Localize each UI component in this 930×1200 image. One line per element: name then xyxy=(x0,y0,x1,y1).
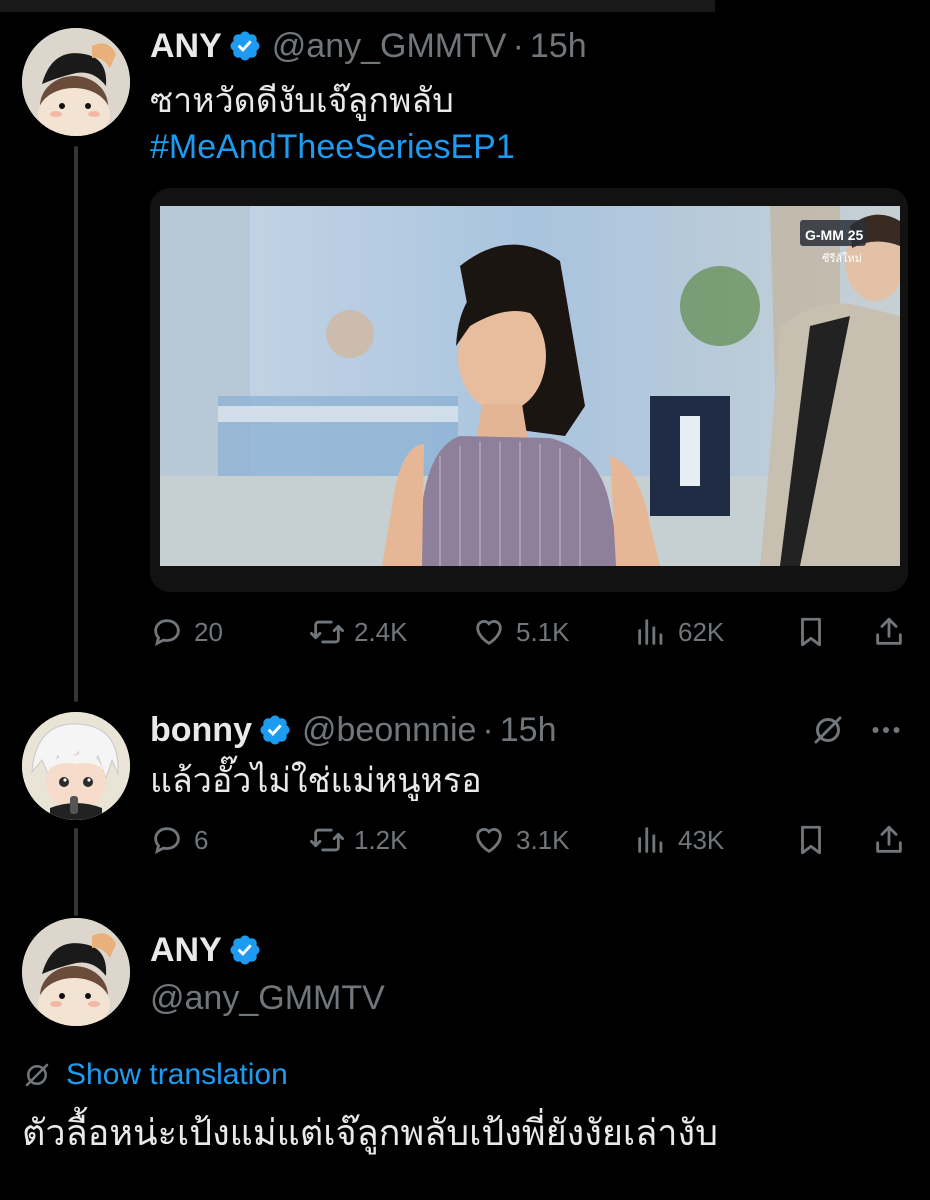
status-bar-strip xyxy=(0,0,715,12)
reply-button[interactable]: 6 xyxy=(150,815,208,865)
reply-count: 6 xyxy=(194,824,209,855)
bookmark-button[interactable] xyxy=(794,607,828,657)
grok-icon[interactable] xyxy=(810,712,846,748)
repost-count: 1.2K xyxy=(354,824,408,855)
tweet-text: แล้วอั๊วไม่ใช่แม่หนูหรอ xyxy=(150,762,482,800)
tweet-header: ANY xyxy=(150,930,272,970)
reply-icon xyxy=(154,619,180,647)
tweet-header: ANY @any_GMMTV · 15h xyxy=(150,26,587,66)
tweet-text: ตัวลื้อหน่ะเป้งแม่แต่เจ๊ลูกพลับเป้งพี่ยั… xyxy=(22,1112,718,1153)
display-name[interactable]: bonny xyxy=(150,710,252,750)
thread-line xyxy=(74,828,78,916)
views-icon xyxy=(638,827,663,853)
tweet-text: ซาหวัดดีงับเจ๊ลูกพลับ xyxy=(150,82,454,120)
thread-page: ANY @any_GMMTV · 15h ซาหวัดดีงับเจ๊ลูกพล… xyxy=(0,0,930,1200)
like-count: 3.1K xyxy=(516,824,570,855)
repost-count: 2.4K xyxy=(354,616,408,647)
bookmark-icon xyxy=(801,617,821,647)
user-handle[interactable]: @any_GMMTV xyxy=(150,978,385,1018)
more-icon[interactable] xyxy=(868,712,904,748)
like-count: 5.1K xyxy=(516,616,570,647)
bookmark-icon xyxy=(801,825,821,855)
share-button[interactable] xyxy=(872,607,906,657)
display-name[interactable]: ANY xyxy=(150,930,222,970)
avatar[interactable] xyxy=(22,918,130,1026)
views-count: 43K xyxy=(678,824,725,855)
repost-button[interactable]: 2.4K xyxy=(310,607,408,657)
avatar[interactable] xyxy=(22,712,130,820)
user-handle[interactable]: @beonnnie xyxy=(302,710,476,750)
channel-logo-sub: ซีรีส์ใหม่ xyxy=(822,252,862,265)
share-icon xyxy=(876,617,902,645)
thread-line xyxy=(74,146,78,702)
tweet-actions: 6 1.2K 3.1K 43K xyxy=(150,815,910,865)
reply-icon xyxy=(154,827,180,855)
verified-badge-icon xyxy=(260,715,290,745)
avatar[interactable] xyxy=(22,28,130,136)
tweet-media[interactable]: G-MM 25 ซีรีส์ใหม่ xyxy=(150,188,908,592)
timestamp[interactable]: 15h xyxy=(530,26,587,66)
like-icon xyxy=(476,828,502,853)
tweet-actions: 20 2.4K 5.1K 62K xyxy=(150,607,910,657)
bookmark-button[interactable] xyxy=(794,815,828,865)
reply-count: 20 xyxy=(194,616,223,647)
reply-button[interactable]: 20 xyxy=(150,607,223,657)
separator-dot: · xyxy=(482,711,494,749)
hashtag-link[interactable]: #MeAndTheeSeriesEP1 xyxy=(150,122,515,172)
channel-logo: G-MM 25 xyxy=(805,227,864,243)
views-icon xyxy=(638,619,663,645)
views-button[interactable]: 62K xyxy=(634,607,724,657)
like-button[interactable]: 3.1K xyxy=(472,815,570,865)
verified-badge-icon xyxy=(230,935,260,965)
repost-icon xyxy=(310,620,344,644)
share-button[interactable] xyxy=(872,815,906,865)
repost-button[interactable]: 1.2K xyxy=(310,815,408,865)
views-button[interactable]: 43K xyxy=(634,815,724,865)
share-icon xyxy=(876,825,902,853)
display-name[interactable]: ANY xyxy=(150,26,222,66)
views-count: 62K xyxy=(678,616,725,647)
separator-dot: · xyxy=(512,27,524,65)
tweet-handle-line: @any_GMMTV xyxy=(150,978,385,1018)
show-translation-link[interactable]: Show translation xyxy=(22,1058,288,1092)
timestamp[interactable]: 15h xyxy=(500,710,557,750)
repost-icon xyxy=(310,828,344,852)
like-button[interactable]: 5.1K xyxy=(472,607,570,657)
user-handle[interactable]: @any_GMMTV xyxy=(272,26,507,66)
video-still-image: G-MM 25 ซีรีส์ใหม่ xyxy=(160,206,900,566)
like-icon xyxy=(476,620,502,645)
show-translation-label[interactable]: Show translation xyxy=(66,1058,288,1092)
translate-icon xyxy=(25,1063,49,1087)
verified-badge-icon xyxy=(230,31,260,61)
tweet-header: bonny @beonnnie · 15h xyxy=(150,710,556,750)
